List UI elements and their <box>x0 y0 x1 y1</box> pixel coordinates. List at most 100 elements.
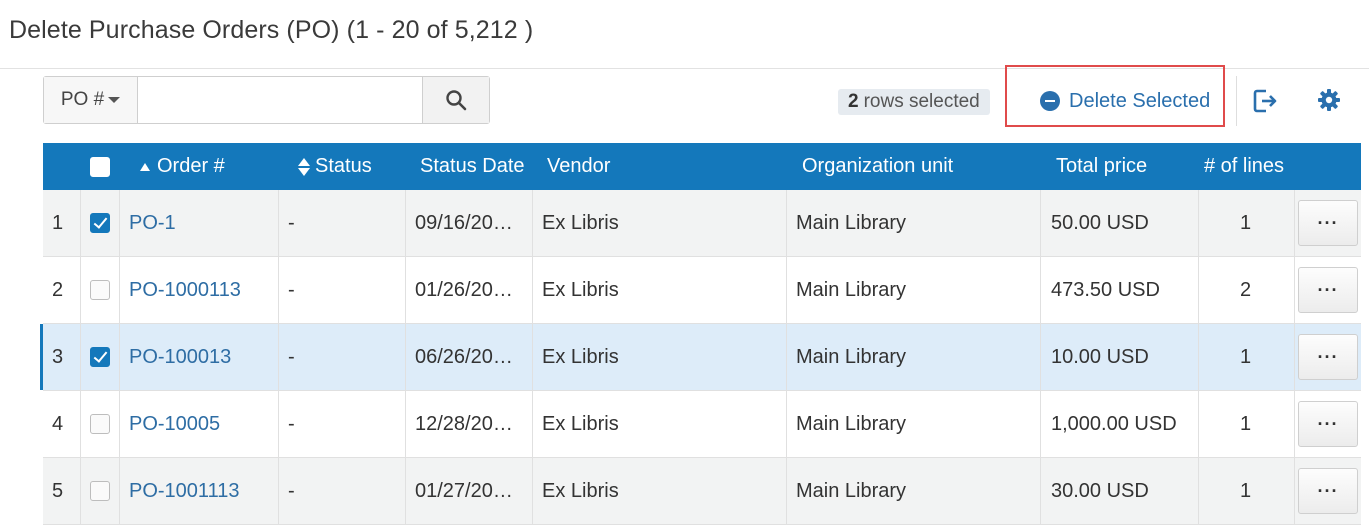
cell-text: 2 <box>1240 278 1252 301</box>
cell-more: ··· <box>1298 458 1358 524</box>
cell-status-date: 01/26/20… <box>415 257 513 323</box>
table-row[interactable]: 5 PO-1001113 - 01/27/20… Ex Libris Main Libra… <box>43 458 1361 525</box>
select-all-checkbox[interactable] <box>90 156 110 177</box>
row-actions-button[interactable]: ··· <box>1298 468 1358 514</box>
table-row[interactable]: 1 PO-1 - 09/16/20… Ex Libris Main Library 50.0… <box>43 190 1361 257</box>
row-checkbox[interactable] <box>90 481 110 501</box>
cell-num: 2 <box>52 257 63 323</box>
cell-text: Ex Libris <box>542 479 619 502</box>
delete-selected-button[interactable]: Delete Selected <box>1040 88 1210 114</box>
column-header-order-label: Order # <box>157 155 225 177</box>
table-header: Order # Status Status Date Vendor Organi… <box>43 143 1361 190</box>
cell-more: ··· <box>1298 190 1358 256</box>
order-link[interactable]: PO-10005 <box>129 413 220 436</box>
column-divider <box>1040 391 1041 457</box>
column-header-vendor[interactable]: Vendor <box>547 143 610 190</box>
cell-text: Main Library <box>796 345 907 368</box>
cell-text: 1 <box>52 211 64 234</box>
cell-checked <box>90 257 110 323</box>
column-divider <box>1040 324 1041 390</box>
cell-text: 50.00 USD <box>1051 211 1149 234</box>
order-link[interactable]: PO-1001113 <box>129 480 239 503</box>
cell-text: Main Library <box>796 412 907 435</box>
search-scope-dropdown[interactable]: PO # <box>44 77 138 123</box>
column-divider <box>278 324 279 390</box>
rows-selected-badge: 2 rows selected <box>838 89 990 115</box>
select-all-cell <box>90 143 110 190</box>
cell-status-date: 06/26/20… <box>415 324 513 390</box>
cell-order: PO-1000113 <box>129 257 241 323</box>
cell-text: 5 <box>52 479 64 502</box>
table-row[interactable]: 4 PO-10005 - 12/28/20… Ex Libris Main Library… <box>43 391 1361 458</box>
row-actions-button[interactable]: ··· <box>1298 334 1358 380</box>
column-divider <box>1198 391 1199 457</box>
cell-vendor: Ex Libris <box>542 190 619 256</box>
cell-status-date: 09/16/20… <box>415 190 513 256</box>
column-header-total-price[interactable]: Total price <box>1056 143 1147 190</box>
column-divider <box>532 324 533 390</box>
search-input[interactable] <box>138 77 422 123</box>
column-header-lines[interactable]: # of lines <box>1204 143 1284 190</box>
column-divider <box>1198 190 1199 256</box>
cell-order: PO-10005 <box>129 391 220 457</box>
cell-vendor: Ex Libris <box>542 458 619 524</box>
cell-text: 01/26/20… <box>415 278 513 301</box>
cell-total-price: 473.50 USD <box>1051 257 1160 323</box>
column-header-org-unit[interactable]: Organization unit <box>802 143 953 190</box>
row-actions-button[interactable]: ··· <box>1298 267 1358 313</box>
column-divider <box>119 458 120 524</box>
table-row[interactable]: 2 PO-1000113 - 01/26/20… Ex Libris Main Libra… <box>43 257 1361 324</box>
cell-status-date: 12/28/20… <box>415 391 513 457</box>
cell-order: PO-100013 <box>129 324 231 390</box>
row-checkbox[interactable] <box>90 280 110 300</box>
order-link[interactable]: PO-100013 <box>129 346 231 369</box>
cell-text: Ex Libris <box>542 345 619 368</box>
cell-lines: 1 <box>1240 391 1251 457</box>
cell-org-unit: Main Library <box>796 190 906 256</box>
row-checkbox[interactable] <box>90 213 110 233</box>
column-divider <box>405 458 406 524</box>
column-divider <box>1198 324 1199 390</box>
export-icon[interactable] <box>1252 88 1278 114</box>
page-title: Delete Purchase Orders (PO) (1 - 20 of 5… <box>9 16 534 44</box>
cell-org-unit: Main Library <box>796 458 906 524</box>
cell-checked <box>90 324 110 390</box>
cell-status: - <box>288 391 295 457</box>
cell-text: 09/16/20… <box>415 211 513 234</box>
cell-more: ··· <box>1298 257 1358 323</box>
order-link[interactable]: PO-1 <box>129 212 176 235</box>
column-divider <box>532 391 533 457</box>
column-header-order[interactable]: Order # <box>140 143 225 190</box>
column-divider <box>405 391 406 457</box>
delete-selected-label: Delete Selected <box>1069 89 1211 112</box>
column-divider <box>1294 190 1295 256</box>
cell-org-unit: Main Library <box>796 257 906 323</box>
column-header-status-date[interactable]: Status Date <box>420 143 525 190</box>
sort-icon <box>298 157 310 176</box>
minus-circle-icon <box>1040 91 1060 111</box>
column-divider <box>1294 391 1295 457</box>
cell-checked <box>90 391 110 457</box>
column-divider <box>80 458 81 524</box>
cell-text: - <box>288 479 295 502</box>
cell-lines: 1 <box>1240 458 1251 524</box>
column-divider <box>786 257 787 323</box>
row-actions-button[interactable]: ··· <box>1298 200 1358 246</box>
cell-status: - <box>288 257 295 323</box>
row-actions-button[interactable]: ··· <box>1298 401 1358 447</box>
cell-status: - <box>288 190 295 256</box>
column-divider <box>405 257 406 323</box>
column-header-status[interactable]: Status <box>298 143 372 190</box>
table-row[interactable]: 3 PO-100013 - 06/26/20… Ex Libris Main Librar… <box>40 324 1361 391</box>
search-button[interactable] <box>422 77 489 123</box>
cell-text: 4 <box>52 412 64 435</box>
row-checkbox[interactable] <box>90 347 110 367</box>
sort-ascending-icon <box>140 162 150 171</box>
row-checkbox[interactable] <box>90 414 110 434</box>
column-divider <box>1294 257 1295 323</box>
gear-icon[interactable] <box>1317 88 1341 112</box>
column-header-status-label: Status <box>315 155 372 177</box>
cell-checked <box>90 458 110 524</box>
rows-selected-count: 2 <box>848 91 859 112</box>
order-link[interactable]: PO-1000113 <box>129 279 241 302</box>
